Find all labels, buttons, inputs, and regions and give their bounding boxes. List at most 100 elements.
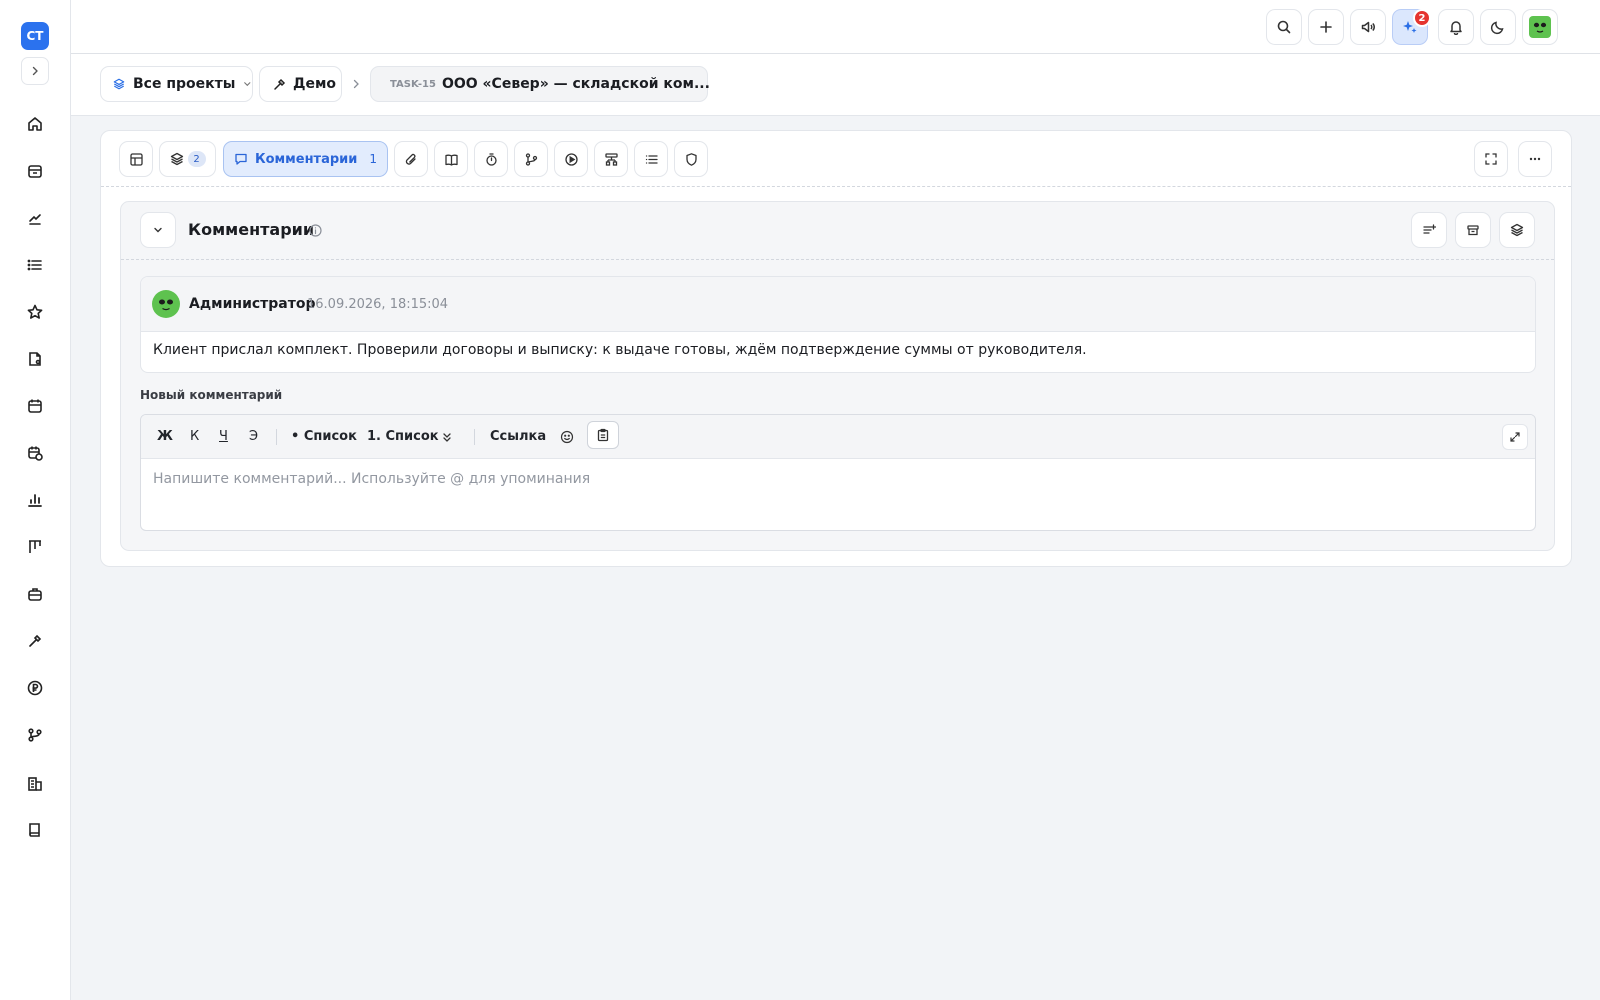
sidebar-item-schedule[interactable] <box>23 441 47 465</box>
underline-button[interactable]: Ч <box>219 429 228 444</box>
info-icon[interactable] <box>308 223 323 238</box>
sidebar-item-projects[interactable] <box>23 206 47 230</box>
notifications-button[interactable] <box>1438 9 1474 45</box>
task-panel: 2 Комментарии 1 Комментарии Администрато… <box>100 130 1572 567</box>
comment-item: Администратор 16.09.2026, 18:15:04 Клиен… <box>140 276 1536 373</box>
tab-wiki[interactable] <box>434 141 468 177</box>
tools-icon <box>29 634 42 647</box>
comment-author[interactable]: Администратор <box>189 296 316 312</box>
breadcrumb: Все проекты Демо TASK-15 ООО «Север» — с… <box>71 54 1600 116</box>
plus-icon <box>1320 21 1332 33</box>
more-formats-icon[interactable] <box>441 431 453 443</box>
layout-icon <box>129 152 143 166</box>
sidebar-item-list[interactable] <box>23 253 47 277</box>
breadcrumb-task[interactable]: TASK-15 ООО «Север» — складской ком... <box>370 66 710 102</box>
tab-runs[interactable] <box>554 141 588 177</box>
ruble-icon <box>27 680 43 696</box>
sidebar-item-reports[interactable] <box>23 488 47 512</box>
tab-hierarchy[interactable] <box>594 141 628 177</box>
projects-icon <box>29 214 41 225</box>
ai-assistant-button[interactable]: 2 <box>1392 9 1431 45</box>
numbered-list-button[interactable]: 1. Список <box>367 429 439 444</box>
bullet-list-button[interactable]: • Список <box>291 429 357 444</box>
fullscreen-button[interactable] <box>1474 141 1508 177</box>
breadcrumb-project[interactable]: Демо <box>259 66 342 102</box>
moon-icon <box>1490 21 1504 35</box>
link-button[interactable]: Ссылка <box>490 429 546 444</box>
layers-button[interactable] <box>1499 212 1535 248</box>
sidebar-item-knowledge[interactable] <box>23 818 47 842</box>
comments-section-header: Комментарии <box>121 202 1554 260</box>
expand-icon <box>1510 432 1520 442</box>
comment-icon <box>235 153 247 165</box>
expand-editor-button[interactable] <box>1502 424 1528 450</box>
tab-attachments[interactable] <box>394 141 428 177</box>
sidebar-item-calendar[interactable] <box>23 394 47 418</box>
megaphone-icon <box>1361 21 1375 33</box>
theme-toggle-button[interactable] <box>1480 9 1516 45</box>
calendar-clock-icon <box>28 446 43 461</box>
comment-editor[interactable]: Ж К Ч Э • Список 1. Список Ссылка Напиши… <box>140 414 1536 531</box>
user-avatar-button[interactable] <box>1522 9 1558 45</box>
comment-date: 16.09.2026, 18:15:04 <box>307 297 449 312</box>
sidebar-item-git[interactable] <box>23 723 47 747</box>
create-button[interactable] <box>1308 9 1344 45</box>
clipboard-icon <box>597 428 609 442</box>
section-title: Комментарии <box>188 220 315 239</box>
sort-comments-button[interactable] <box>1411 212 1447 248</box>
tab-subtasks[interactable]: 2 <box>159 141 216 177</box>
briefcase-icon <box>28 588 42 601</box>
announcements-button[interactable] <box>1350 9 1386 45</box>
comment-input-placeholder[interactable]: Напишите комментарий... Используйте @ дл… <box>153 471 590 487</box>
list-icon <box>645 154 658 164</box>
strikethrough-button[interactable]: Э <box>249 429 258 444</box>
sidebar-item-organization[interactable] <box>23 772 47 796</box>
top-bar: 2 <box>71 0 1600 54</box>
comment-header: Администратор 16.09.2026, 18:15:04 <box>141 277 1535 332</box>
book-icon <box>29 823 40 837</box>
breadcrumb-project-label: Демо <box>293 76 337 92</box>
collapse-section-button[interactable] <box>140 212 176 248</box>
sidebar-item-documents[interactable] <box>23 347 47 371</box>
sidebar-item-inbox[interactable] <box>23 159 47 183</box>
emoji-icon[interactable] <box>560 430 574 444</box>
breadcrumb-all-projects[interactable]: Все проекты <box>100 66 253 102</box>
list-icon <box>27 259 42 271</box>
more-actions-button[interactable] <box>1518 141 1552 177</box>
tab-comments[interactable]: Комментарии 1 <box>223 141 388 177</box>
search-button[interactable] <box>1266 9 1302 45</box>
inbox-icon <box>28 165 42 178</box>
tab-git[interactable] <box>514 141 548 177</box>
timer-icon <box>485 152 497 166</box>
paste-template-button[interactable] <box>587 421 619 449</box>
star-icon <box>27 304 43 319</box>
calendar-icon <box>28 399 42 413</box>
bar-chart-icon <box>28 494 42 507</box>
tab-checklist[interactable] <box>634 141 668 177</box>
sidebar-item-finance[interactable] <box>23 676 47 700</box>
sidebar-item-home[interactable] <box>23 112 47 136</box>
open-book-icon <box>444 154 458 166</box>
expand-sidebar-button[interactable] <box>21 57 49 85</box>
play-circle-icon <box>564 152 578 166</box>
new-comment-label: Новый комментарий <box>140 388 283 402</box>
tab-security[interactable] <box>674 141 708 177</box>
chevron-down-icon <box>154 227 162 233</box>
italic-button[interactable]: К <box>190 429 199 444</box>
editor-toolbar: Ж К Ч Э • Список 1. Список Ссылка <box>141 415 1535 459</box>
tab-time-tracking[interactable] <box>474 141 508 177</box>
bold-button[interactable]: Ж <box>157 429 173 444</box>
avatar <box>1529 16 1551 38</box>
sidebar-item-portfolio[interactable] <box>23 582 47 606</box>
sidebar-item-kanban[interactable] <box>23 535 47 559</box>
app-logo[interactable]: CT <box>21 22 49 50</box>
tab-overview[interactable] <box>119 141 153 177</box>
sidebar: CT <box>0 0 71 1000</box>
archive-button[interactable] <box>1455 212 1491 248</box>
layers-icon <box>113 78 125 90</box>
sidebar-item-favorites[interactable] <box>23 300 47 324</box>
sidebar-item-tools[interactable] <box>23 629 47 653</box>
archive-icon <box>1467 225 1479 236</box>
subtasks-count: 2 <box>187 151 206 167</box>
toolbar-divider <box>474 429 475 445</box>
